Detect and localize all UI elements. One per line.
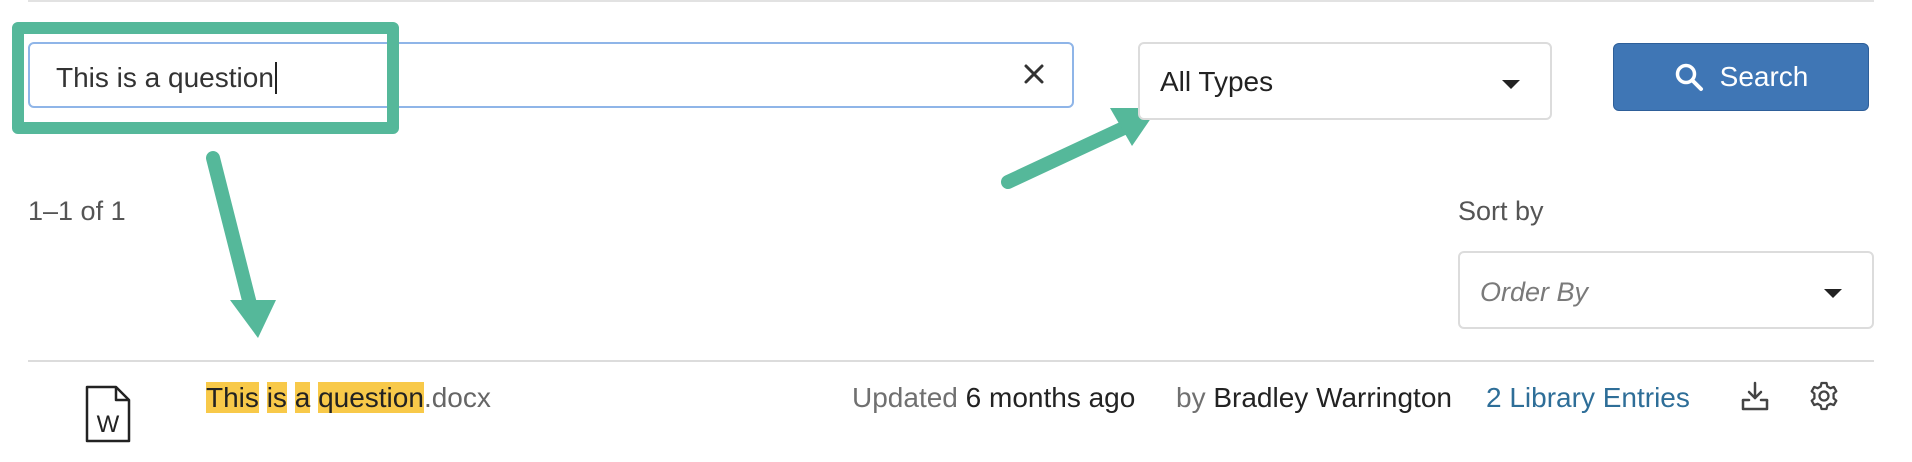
annotation-arrow-right [1001, 108, 1158, 189]
annotation-arrow-down [206, 151, 276, 338]
by-label: by [1176, 382, 1206, 413]
file-name-link[interactable]: This is a question.docx [206, 382, 491, 414]
chevron-down-icon [1824, 289, 1842, 298]
result-count: 1–1 of 1 [28, 196, 126, 226]
updated-time: Updated 6 months ago [852, 382, 1135, 414]
top-divider [28, 0, 1874, 2]
updated-value: 6 months ago [965, 382, 1136, 413]
order-by-placeholder: Order By [1480, 277, 1589, 307]
author-byline: by Bradley Warrington [1176, 382, 1452, 414]
sort-by-label: Sort by [1458, 196, 1544, 226]
search-button[interactable]: Search [1613, 43, 1869, 111]
annotation-highlight-box [12, 22, 399, 134]
file-name-highlight: a [294, 382, 311, 413]
type-filter-select[interactable]: All Types [1138, 42, 1552, 120]
file-icon-letter: W [97, 411, 120, 438]
clear-search-button[interactable] [1014, 54, 1054, 94]
gear-icon[interactable] [1808, 380, 1840, 412]
updated-label: Updated [852, 382, 958, 413]
file-name-highlight: question [318, 382, 424, 413]
word-document-icon: W [85, 385, 131, 443]
file-extension: .docx [423, 382, 491, 413]
search-icon [1675, 63, 1703, 91]
file-name-highlight: This [206, 382, 259, 413]
download-icon[interactable] [1740, 380, 1770, 412]
type-filter-value: All Types [1160, 66, 1274, 97]
search-button-label: Search [1719, 61, 1809, 92]
chevron-down-icon [1502, 80, 1520, 89]
author-name: Bradley Warrington [1213, 382, 1452, 413]
file-name-highlight: is [266, 382, 287, 413]
list-item: W This is a question.docx Updated 6 mont… [0, 362, 1912, 462]
close-icon [1024, 64, 1044, 84]
order-by-select[interactable]: Order By [1458, 251, 1874, 329]
library-entries-link[interactable]: 2 Library Entries [1486, 382, 1690, 414]
